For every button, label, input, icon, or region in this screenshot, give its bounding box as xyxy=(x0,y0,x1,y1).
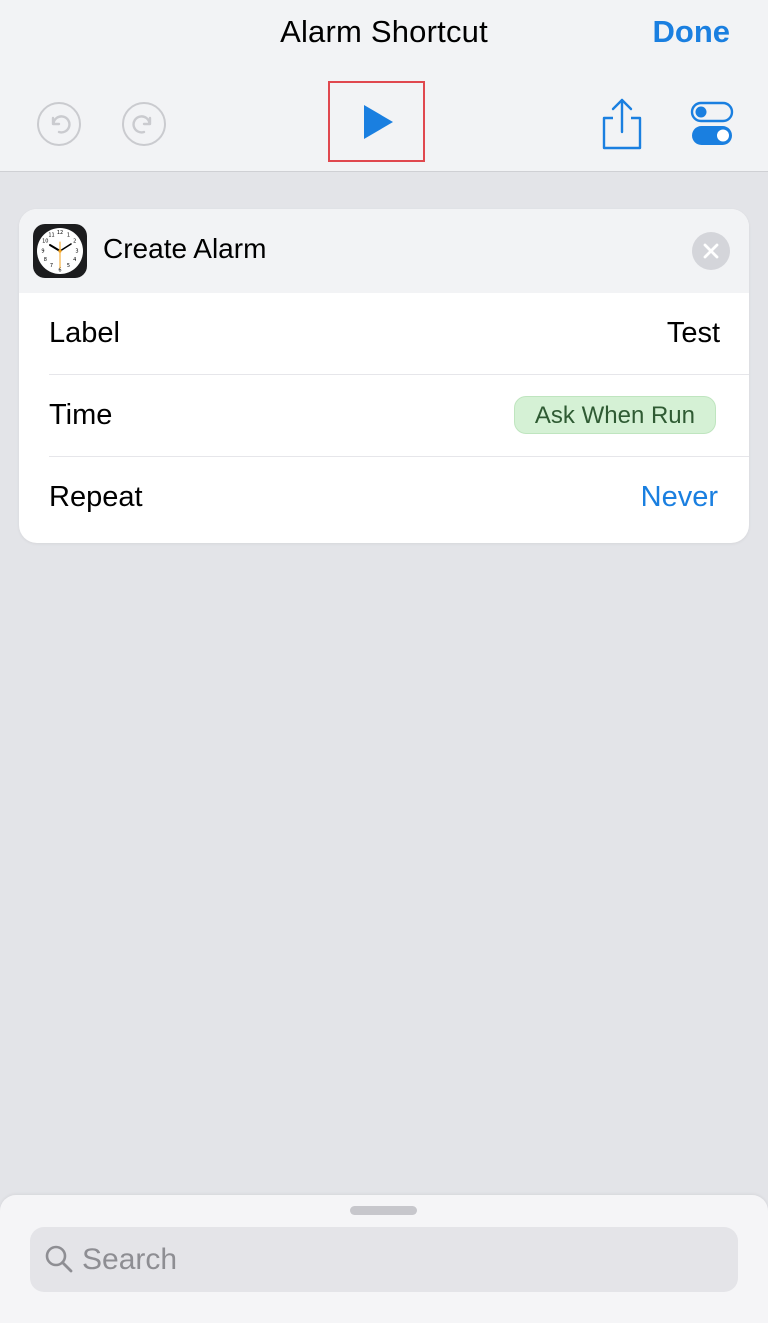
redo-icon xyxy=(122,102,166,146)
label-row[interactable]: Label Test xyxy=(49,293,749,375)
svg-text:7: 7 xyxy=(50,263,53,269)
action-header[interactable]: 12 1 2 3 4 5 6 7 8 9 10 11 Create Alarm xyxy=(19,209,749,293)
share-icon xyxy=(602,98,642,150)
search-icon xyxy=(45,1245,73,1273)
actions-bottom-sheet xyxy=(0,1195,768,1323)
svg-text:4: 4 xyxy=(73,257,76,263)
redo-button[interactable] xyxy=(121,101,167,147)
navigation-header: Alarm Shortcut Done xyxy=(0,0,768,172)
play-icon xyxy=(363,104,393,139)
svg-text:2: 2 xyxy=(73,239,76,245)
run-shortcut-button[interactable] xyxy=(328,81,425,162)
ask-when-run-variable[interactable]: Ask When Run xyxy=(513,396,716,434)
sheet-grabber-handle[interactable] xyxy=(350,1206,417,1215)
svg-text:12: 12 xyxy=(57,230,63,236)
repeat-row[interactable]: Repeat Never xyxy=(49,457,749,539)
svg-text:5: 5 xyxy=(67,263,70,269)
search-input[interactable] xyxy=(82,1227,722,1292)
svg-text:10: 10 xyxy=(42,239,48,245)
search-bar[interactable] xyxy=(30,1227,738,1292)
settings-toggle-icon xyxy=(690,101,734,145)
clock-icon: 12 1 2 3 4 5 6 7 8 9 10 11 xyxy=(37,228,83,274)
time-row-title: Time xyxy=(49,399,113,431)
svg-text:3: 3 xyxy=(75,249,78,255)
search-icon-container xyxy=(44,1244,74,1274)
svg-text:9: 9 xyxy=(41,249,44,255)
label-value[interactable]: Test xyxy=(667,317,720,350)
svg-text:8: 8 xyxy=(44,257,47,263)
clock-app-icon: 12 1 2 3 4 5 6 7 8 9 10 11 xyxy=(33,224,87,278)
shortcut-editor-screen: Alarm Shortcut Done 12 1 2 3 4 5 6 7 8 9… xyxy=(0,0,768,1323)
label-row-title: Label xyxy=(49,317,120,349)
close-icon xyxy=(703,243,719,259)
done-button[interactable]: Done xyxy=(653,14,731,50)
create-alarm-action-card: 12 1 2 3 4 5 6 7 8 9 10 11 Create Alarm … xyxy=(19,209,749,543)
undo-button[interactable] xyxy=(36,101,82,147)
svg-text:11: 11 xyxy=(48,232,54,238)
share-button[interactable] xyxy=(600,96,644,152)
time-row[interactable]: Time Ask When Run xyxy=(49,375,749,457)
remove-action-button[interactable] xyxy=(692,232,730,270)
svg-text:1: 1 xyxy=(67,232,70,238)
action-title: Create Alarm xyxy=(103,233,267,264)
repeat-row-title: Repeat xyxy=(49,481,143,513)
repeat-value[interactable]: Never xyxy=(641,481,718,514)
shortcut-settings-button[interactable] xyxy=(690,101,734,147)
undo-icon xyxy=(37,102,81,146)
